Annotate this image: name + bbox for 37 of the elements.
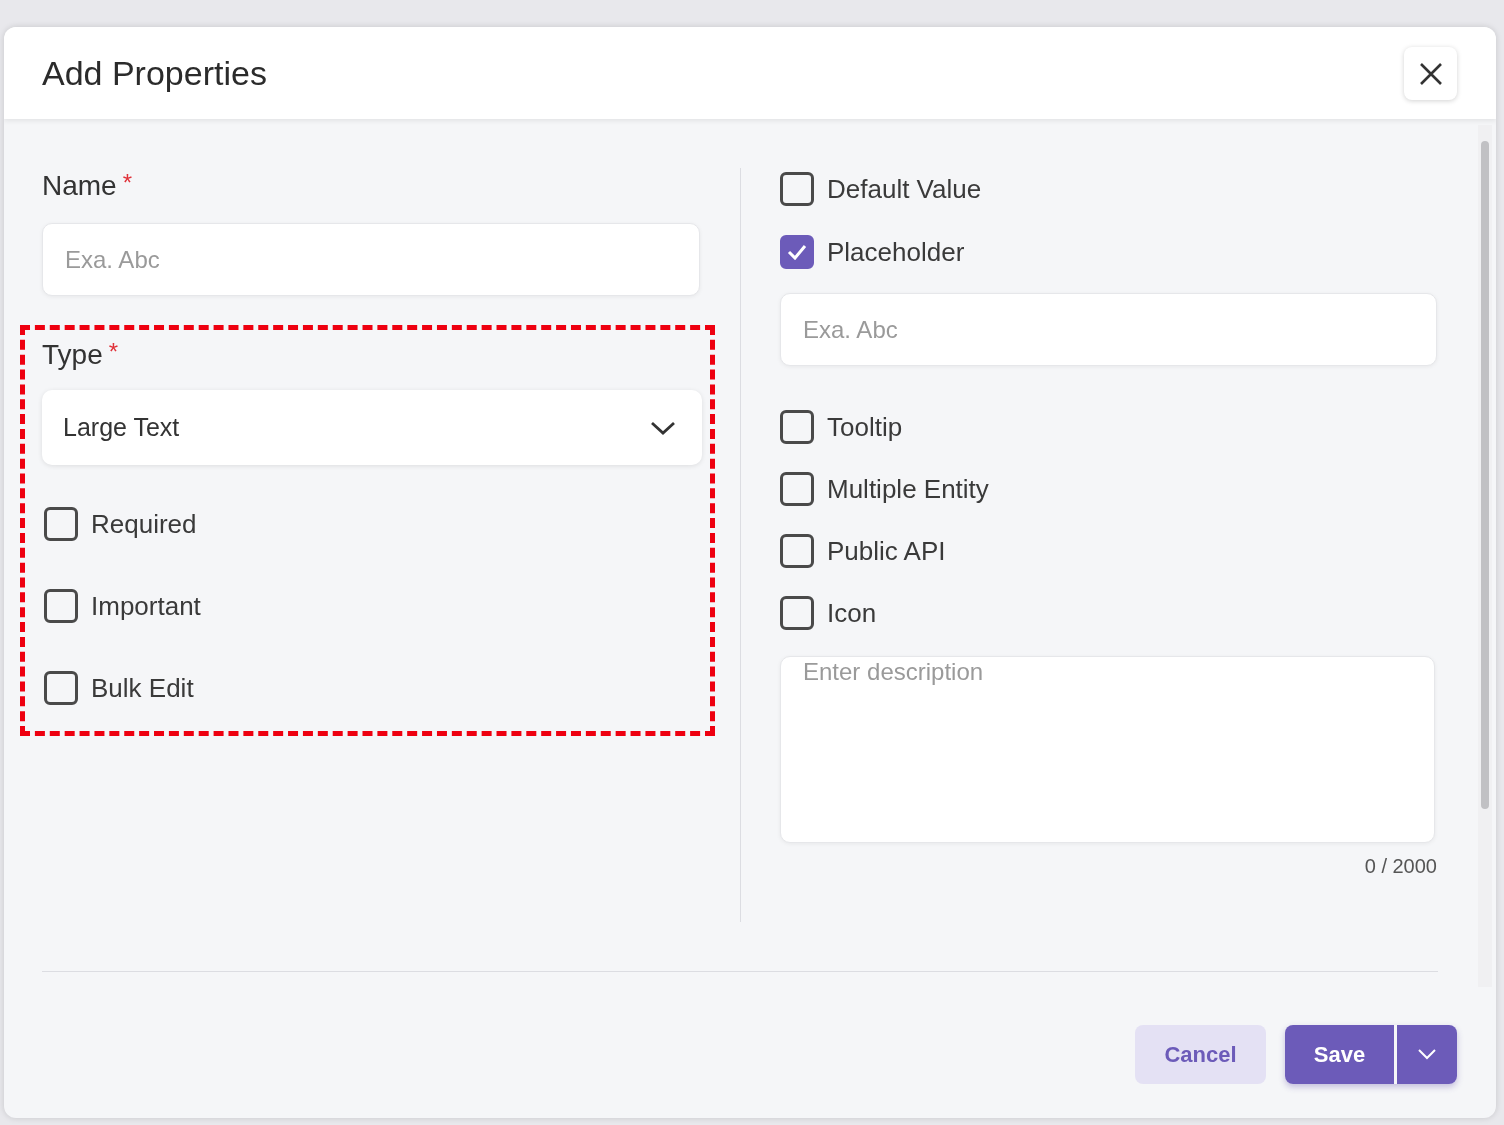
checkbox-label: Public API bbox=[827, 535, 946, 567]
checkbox-label: Required bbox=[91, 508, 197, 540]
checkbox-label: Default Value bbox=[827, 173, 982, 205]
scrollbar-thumb[interactable] bbox=[1481, 141, 1489, 809]
field-label: Name bbox=[42, 169, 117, 203]
chevron-down-icon bbox=[650, 419, 676, 436]
type-dropdown[interactable]: Large Text bbox=[42, 390, 702, 465]
checkbox[interactable] bbox=[44, 507, 78, 541]
checkbox[interactable] bbox=[780, 172, 814, 206]
dialog-title: Add Properties bbox=[42, 53, 267, 93]
checkbox-label: Tooltip bbox=[827, 411, 903, 443]
checkbox[interactable] bbox=[780, 596, 814, 630]
checkbox[interactable] bbox=[780, 472, 814, 506]
checkbox[interactable] bbox=[780, 534, 814, 568]
checkbox[interactable] bbox=[44, 589, 78, 623]
scrollbar[interactable] bbox=[1478, 125, 1492, 987]
save-button[interactable]: Save bbox=[1285, 1025, 1394, 1084]
cancel-button[interactable]: Cancel bbox=[1135, 1025, 1266, 1084]
checkbox[interactable] bbox=[44, 671, 78, 705]
checkbox-label: Icon bbox=[827, 597, 877, 629]
field-label: Type bbox=[42, 338, 103, 372]
checkbox[interactable] bbox=[780, 410, 814, 444]
checkbox-label: Placeholder bbox=[827, 236, 965, 268]
checkmark-icon bbox=[787, 244, 807, 260]
checkbox[interactable] bbox=[780, 235, 814, 269]
close-icon bbox=[1418, 61, 1443, 86]
checkbox-label: Important bbox=[91, 590, 201, 622]
close-button[interactable] bbox=[1404, 47, 1457, 100]
name-input[interactable]: Exa. Abc bbox=[42, 223, 700, 296]
checkbox-label: Multiple Entity bbox=[827, 473, 989, 505]
chevron-down-icon bbox=[1418, 1049, 1436, 1060]
placeholder-input[interactable]: Exa. Abc bbox=[780, 293, 1437, 366]
required-mark: * bbox=[108, 338, 119, 367]
character-counter: 0 / 2000 bbox=[1364, 855, 1437, 878]
description-textarea[interactable]: Enter description bbox=[780, 656, 1435, 843]
required-mark: * bbox=[122, 169, 133, 198]
checkbox-label: Bulk Edit bbox=[91, 672, 194, 704]
